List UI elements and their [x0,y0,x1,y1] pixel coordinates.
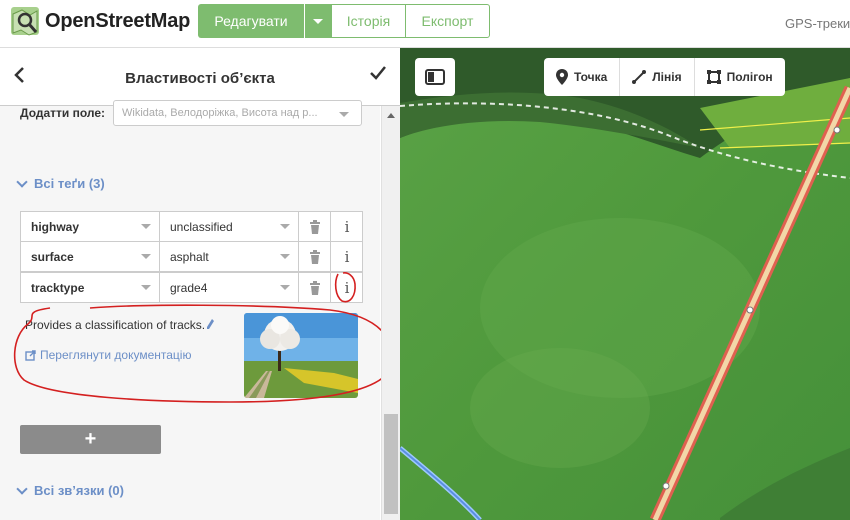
gps-traces-link[interactable]: GPS-треки [785,16,850,31]
add-field-dropdown-icon [339,112,349,117]
add-line-label: Лінія [652,70,682,84]
caret-down-icon [313,18,323,24]
line-icon [632,70,647,84]
add-area-label: Полігон [726,70,773,84]
info-icon: i [344,247,350,266]
all-relations-toggle[interactable]: Всі зв’язки (0) [16,482,124,498]
edit-button[interactable]: Редагувати [198,4,304,38]
tag-info-button[interactable]: i [331,212,363,241]
add-point-label: Точка [574,70,608,84]
add-area-button[interactable]: Полігон [694,58,785,96]
map-satellite-imagery [400,48,850,520]
map-view[interactable]: Точка Лінія Полігон [400,48,850,520]
all-relations-label: Всі зв’язки (0) [34,483,124,498]
sidebar-title: Властивості об’єкта [125,70,275,87]
trash-icon [309,219,320,234]
done-button[interactable] [369,64,387,88]
add-line-button[interactable]: Лінія [620,58,695,96]
tag-key-input[interactable]: highway [21,212,160,241]
export-tab[interactable]: Експорт [405,4,490,38]
chevron-down-icon [16,482,28,495]
site-name: OpenStreetMap [45,9,191,32]
delete-tag-button[interactable] [299,212,331,241]
info-icon: i [344,217,350,236]
key-dropdown-icon [141,254,151,259]
draw-toolbar: Точка Лінія Полігон [544,58,785,96]
annotation-circle-large [13,304,394,403]
sidebar-body: Додатти поле: Wikidata, Велодоріжка, Вис… [0,100,394,520]
tag-value-input[interactable]: grade4 [160,273,299,302]
add-point-button[interactable]: Точка [544,58,621,96]
add-field-label: Додатти поле: [20,106,106,120]
add-tag-button[interactable]: + [20,425,161,454]
tag-key-input[interactable]: surface [21,242,160,271]
tag-key-input[interactable]: tracktype [21,273,160,302]
value-dropdown-icon [280,224,290,229]
sidebar-panel-icon [425,69,445,85]
trash-icon [309,280,320,295]
scrollbar-thumb[interactable] [384,414,398,514]
value-dropdown-icon [280,254,290,259]
checkmark-icon [370,66,386,80]
key-dropdown-icon [141,224,151,229]
add-field-input[interactable]: Wikidata, Велодоріжка, Висота над р... [113,100,362,126]
site-logo[interactable]: OpenStreetMap [10,6,190,36]
scroll-up-arrow[interactable] [382,106,400,124]
sidebar-toggle-button[interactable] [415,58,455,96]
top-bar: OpenStreetMap Редагувати Історія Експорт… [0,0,850,48]
polygon-icon [706,70,721,84]
sidebar-header: Властивості об’єкта [0,48,400,106]
osm-logo-icon [10,6,40,36]
trash-icon [309,249,320,264]
marker-icon [556,69,568,85]
delete-tag-button[interactable] [299,242,331,271]
tag-row: surface asphalt i [20,241,363,272]
value-dropdown-icon [280,285,290,290]
tag-row: highway unclassified i [20,211,363,242]
history-tab[interactable]: Історія [331,4,406,38]
chevron-down-icon [16,175,28,188]
edit-dropdown-button[interactable] [305,4,331,38]
all-tags-toggle[interactable]: Всі теґи (3) [16,175,105,191]
delete-tag-button[interactable] [299,273,331,302]
sidebar-scrollbar[interactable] [381,106,400,520]
all-tags-label: Всі теґи (3) [34,176,105,191]
caret-up-icon [387,112,395,118]
tag-row: tracktype grade4 i [20,272,363,303]
sidebar: Властивості об’єкта Додатти поле: Wikida… [0,48,400,520]
tag-value-input[interactable]: unclassified [160,212,299,241]
key-dropdown-icon [141,285,151,290]
tag-value-input[interactable]: asphalt [160,242,299,271]
